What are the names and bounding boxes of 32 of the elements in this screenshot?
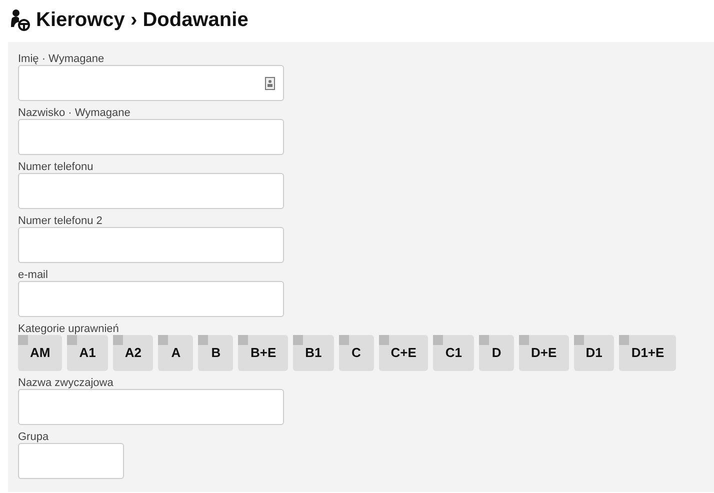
input-field[interactable] — [18, 65, 284, 101]
field-label: Kategorie uprawnień — [18, 322, 120, 336]
input-field[interactable] — [18, 281, 284, 317]
category-toggle[interactable]: D — [479, 335, 514, 371]
page-title: Kierowcy › Dodawanie — [36, 8, 248, 33]
field-label: Nazwisko · Wymagane — [18, 106, 132, 120]
category-toggle[interactable]: A — [158, 335, 194, 371]
input-field[interactable] — [18, 389, 284, 425]
input-field[interactable] — [18, 119, 284, 155]
field-label: Imię · Wymagane — [18, 52, 106, 66]
field-label: e-mail — [18, 268, 49, 282]
category-toggle[interactable]: A2 — [112, 335, 154, 371]
category-toggle[interactable]: B1 — [293, 335, 334, 371]
field-label: Numer telefonu — [18, 160, 94, 174]
input-field[interactable] — [18, 443, 124, 479]
category-toggle[interactable]: AM — [18, 335, 62, 371]
category-toggle[interactable]: C1 — [433, 335, 474, 371]
category-toggle[interactable]: C+E — [378, 335, 428, 371]
input-field[interactable] — [18, 173, 284, 209]
field-label: Grupa — [18, 430, 50, 444]
category-toggle[interactable]: D+E — [519, 335, 569, 371]
contact-card-icon[interactable] — [265, 76, 275, 90]
category-toggle[interactable]: B — [198, 335, 234, 371]
category-toggle[interactable]: D1+E — [619, 335, 676, 371]
category-toggle[interactable]: A1 — [67, 335, 108, 371]
field-label: Nazwa zwyczajowa — [18, 376, 114, 390]
category-toggle[interactable]: B+E — [238, 335, 288, 371]
category-toggle[interactable]: D1 — [574, 335, 614, 371]
field-label: Numer telefonu 2 — [18, 214, 104, 228]
driver-wheel-icon — [10, 9, 30, 31]
input-field[interactable] — [18, 227, 284, 263]
category-toggle[interactable]: C — [338, 335, 374, 371]
